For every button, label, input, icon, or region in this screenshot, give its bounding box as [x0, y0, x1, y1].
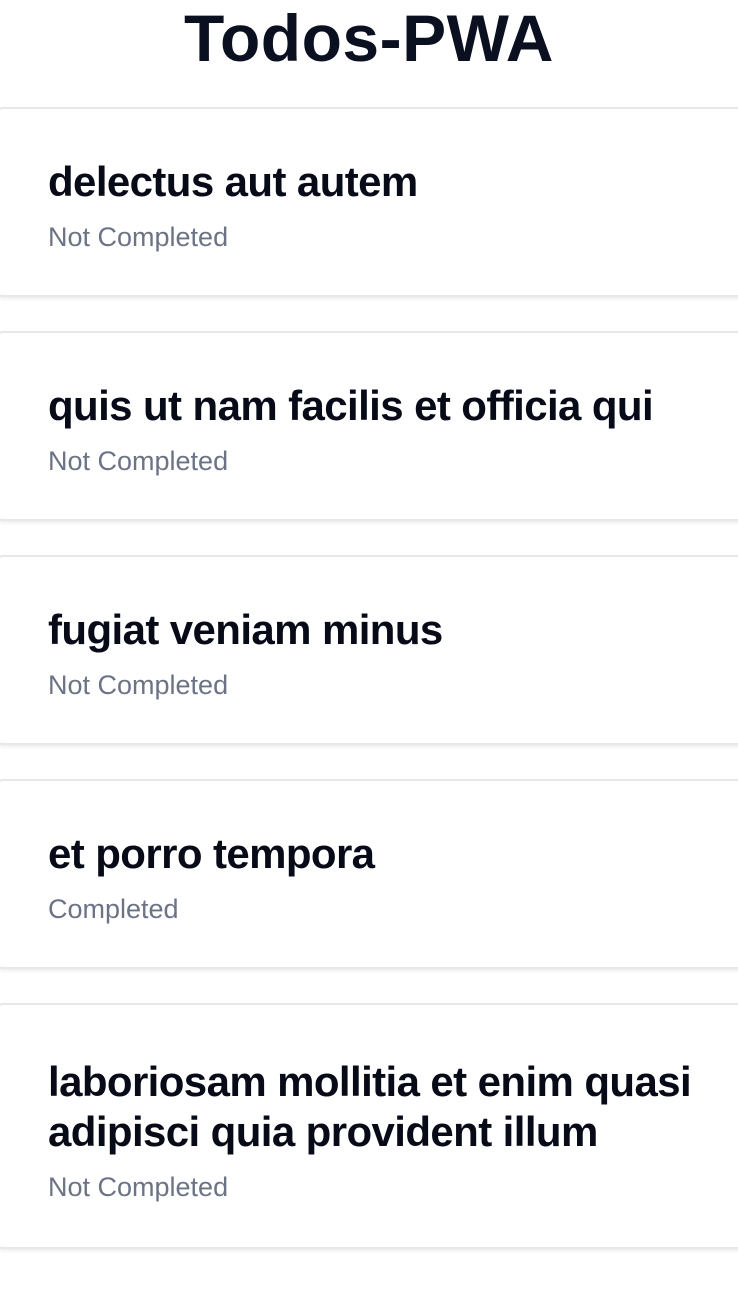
todo-list: delectus aut autem Not Completed quis ut…	[0, 107, 738, 1283]
todo-status: Not Completed	[48, 446, 229, 476]
todo-status: Completed	[48, 894, 179, 924]
todo-card[interactable]: fugiat veniam minus Not Completed	[0, 555, 738, 745]
todo-status: Not Completed	[48, 1172, 229, 1202]
todo-card[interactable]: delectus aut autem Not Completed	[0, 107, 738, 297]
todo-title: quis ut nam facilis et officia qui	[48, 382, 654, 429]
todo-card[interactable]: et porro tempora Completed	[0, 779, 738, 969]
todos-app: Todos-PWA delectus aut autem Not Complet…	[0, 0, 738, 1316]
page-title: Todos-PWA	[184, 1, 554, 75]
todo-status: Not Completed	[48, 222, 229, 252]
todo-status: Not Completed	[48, 670, 229, 700]
todo-card[interactable]: laboriosam mollitia et enim quasi adipis…	[0, 1003, 738, 1249]
todo-title: laboriosam mollitia et enim quasi adipis…	[48, 1058, 692, 1155]
todo-title: delectus aut autem	[48, 158, 418, 205]
todo-title: et porro tempora	[48, 830, 375, 877]
todo-card[interactable]: quis ut nam facilis et officia qui Not C…	[0, 331, 738, 521]
todo-title: fugiat veniam minus	[48, 606, 443, 653]
